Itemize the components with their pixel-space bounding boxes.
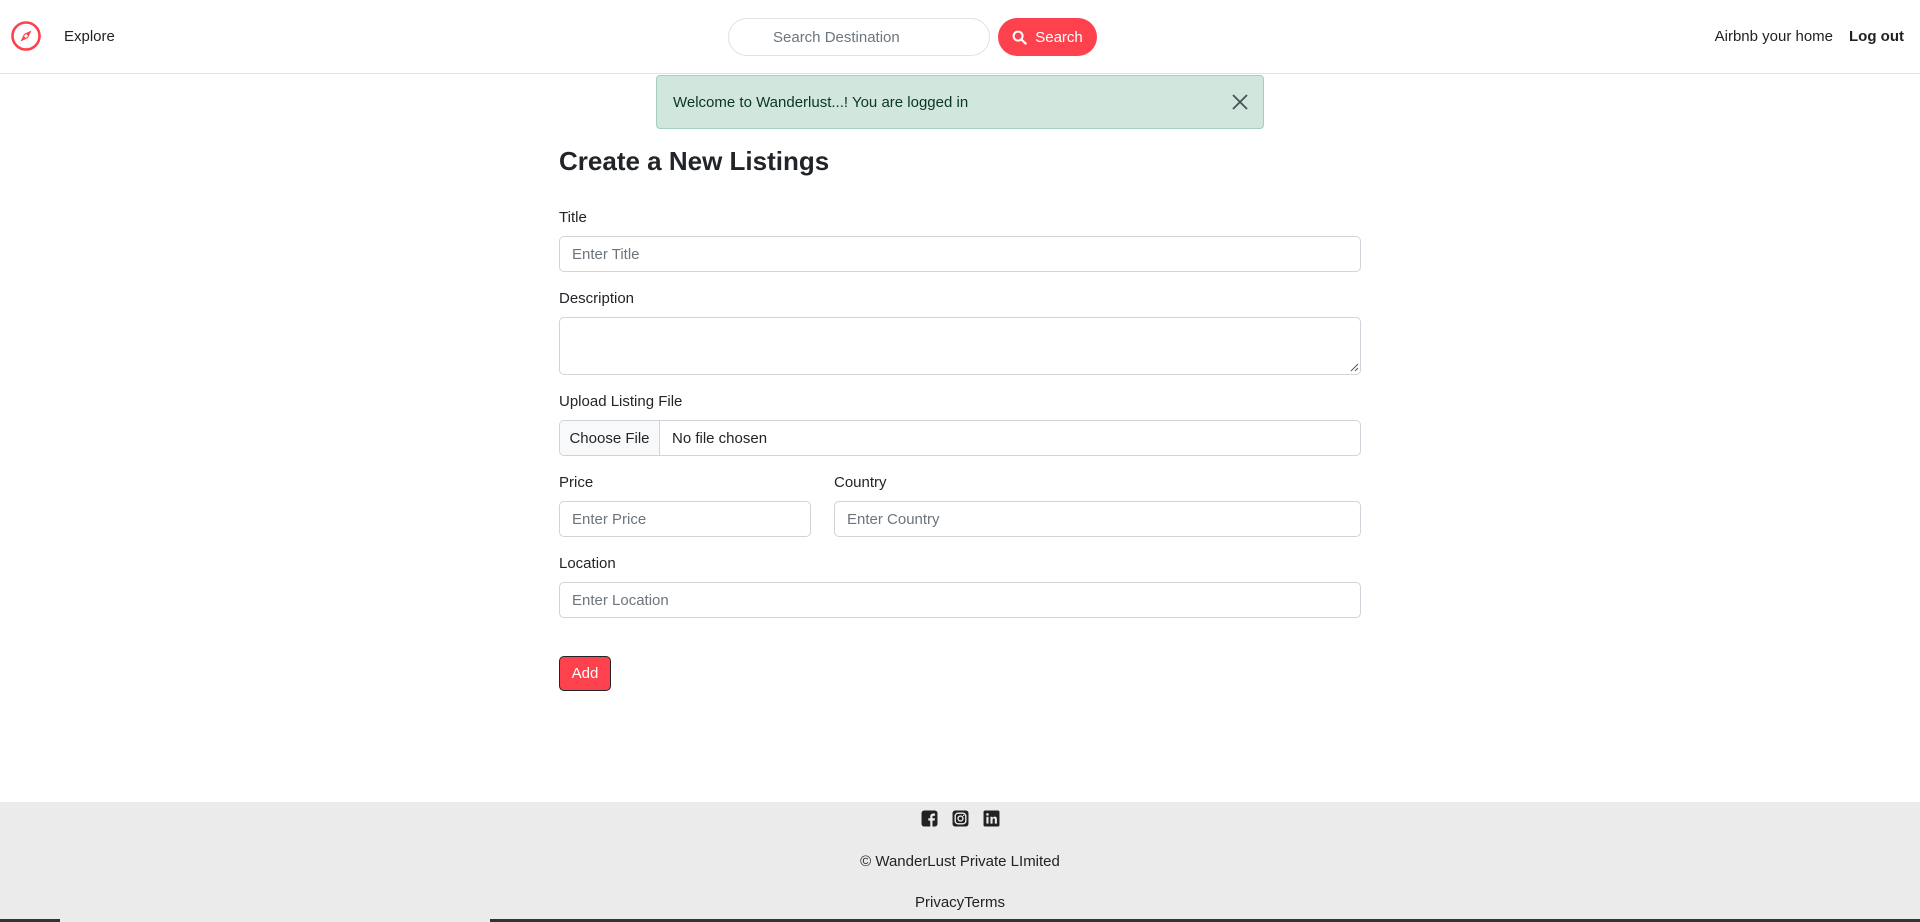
linkedin-icon[interactable] xyxy=(983,810,1000,827)
add-button[interactable]: Add xyxy=(559,656,611,691)
copyright-text: © WanderLust Private LImited xyxy=(860,853,1060,870)
price-input[interactable] xyxy=(559,501,811,537)
nav-right-links: Airbnb your home Log out xyxy=(1715,28,1904,45)
country-input[interactable] xyxy=(834,501,1361,537)
location-input[interactable] xyxy=(559,582,1361,618)
search-icon xyxy=(1012,30,1027,45)
social-icons xyxy=(0,810,1920,827)
search-input[interactable] xyxy=(728,18,990,56)
facebook-icon[interactable] xyxy=(921,810,938,827)
alert-message: Welcome to Wanderlust...! You are logged… xyxy=(673,93,969,111)
privacy-link[interactable]: Privacy xyxy=(915,894,964,911)
title-input[interactable] xyxy=(559,236,1361,272)
price-label: Price xyxy=(559,474,594,491)
alert-close-button[interactable] xyxy=(1229,91,1251,113)
page-title: Create a New Listings xyxy=(559,146,830,176)
footer: © WanderLust Private LImited PrivacyTerm… xyxy=(0,802,1920,922)
nav-explore-link[interactable]: Explore xyxy=(64,28,115,45)
choose-file-button[interactable]: Choose File xyxy=(560,421,660,455)
close-icon xyxy=(1232,94,1248,110)
success-alert: Welcome to Wanderlust...! You are logged… xyxy=(656,75,1264,129)
file-upload-field[interactable]: Choose File No file chosen xyxy=(559,420,1361,456)
instagram-icon[interactable] xyxy=(952,810,969,827)
upload-label: Upload Listing File xyxy=(559,393,683,410)
resize-handle-icon[interactable] xyxy=(1349,362,1359,372)
navbar: Explore Search Airbnb your home Log out xyxy=(0,0,1920,74)
title-label: Title xyxy=(559,209,587,226)
compass-icon[interactable] xyxy=(10,20,42,52)
location-label: Location xyxy=(559,555,616,572)
logout-link[interactable]: Log out xyxy=(1849,28,1904,45)
description-textarea[interactable] xyxy=(559,317,1361,375)
terms-link[interactable]: Terms xyxy=(964,894,1005,911)
file-status: No file chosen xyxy=(672,429,768,447)
country-label: Country xyxy=(834,474,887,491)
airbnb-your-home-link[interactable]: Airbnb your home xyxy=(1715,28,1833,45)
search-button-label: Search xyxy=(1035,28,1083,46)
description-label: Description xyxy=(559,290,635,307)
footer-links: PrivacyTerms xyxy=(0,894,1920,911)
search-button[interactable]: Search xyxy=(998,18,1097,56)
